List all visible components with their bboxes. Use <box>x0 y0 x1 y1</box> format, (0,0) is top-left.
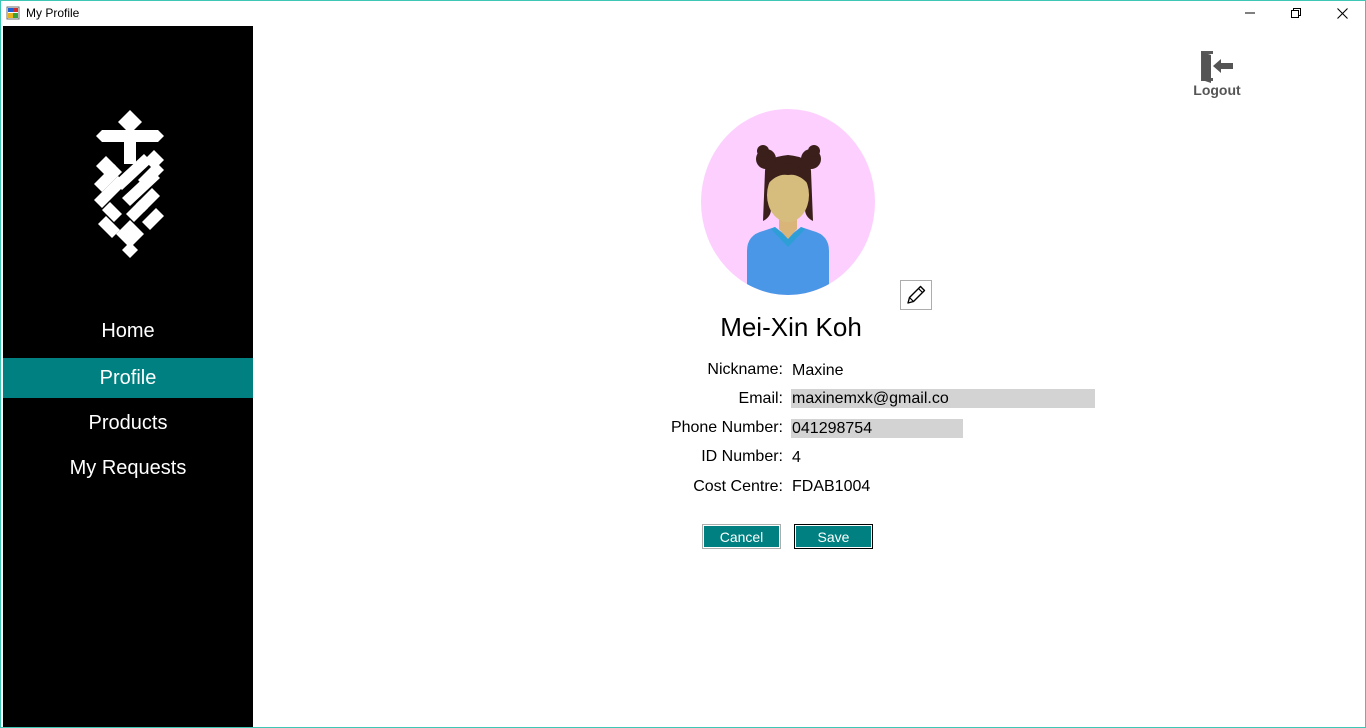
pencil-icon <box>907 285 926 304</box>
id-number-value: 4 <box>792 449 801 466</box>
sidebar-item-home[interactable]: Home <box>3 311 253 351</box>
profile-full-name: Mei-Xin Koh <box>720 312 862 342</box>
close-icon <box>1336 7 1348 19</box>
window-title: My Profile <box>26 6 80 20</box>
id-number-label: ID Number: <box>701 448 783 465</box>
sidebar-item-label: My Requests <box>69 456 187 479</box>
email-field[interactable] <box>791 389 1095 408</box>
sidebar-item-label: Profile <box>99 366 157 389</box>
edit-avatar-button[interactable] <box>900 280 932 310</box>
sidebar-item-label: Products <box>88 411 168 434</box>
app-icon <box>6 6 20 20</box>
cancel-button-label: Cancel <box>719 528 764 545</box>
nickname-value: Maxine <box>792 362 844 379</box>
email-label: Email: <box>738 390 783 407</box>
nickname-label: Nickname: <box>707 361 783 378</box>
title-bar: My Profile <box>1 1 1365 25</box>
minimize-button[interactable] <box>1227 1 1273 25</box>
save-button-label: Save <box>817 528 850 545</box>
minimize-icon <box>1245 12 1255 14</box>
sidebar-item-profile[interactable]: Profile <box>3 358 253 398</box>
save-button[interactable]: Save <box>794 524 873 549</box>
sidebar-item-my-requests[interactable]: My Requests <box>3 448 253 488</box>
logout-door-icon <box>1201 51 1233 83</box>
sidebar-item-label: Home <box>101 319 155 342</box>
logout-label: Logout <box>1193 82 1241 98</box>
sidebar: Home Profile Products My Requests <box>3 26 253 727</box>
restore-icon <box>1291 8 1301 18</box>
cancel-button[interactable]: Cancel <box>702 524 781 549</box>
cost-centre-label: Cost Centre: <box>693 478 783 495</box>
sidebar-item-products[interactable]: Products <box>3 403 253 443</box>
logo-icon <box>94 110 164 258</box>
logout-button[interactable]: Logout <box>1187 49 1247 101</box>
close-button[interactable] <box>1319 1 1365 25</box>
cost-centre-value: FDAB1004 <box>792 478 871 495</box>
app-window: My Profile Home Profile Products My Requ… <box>0 0 1366 728</box>
phone-number-field[interactable] <box>791 419 963 438</box>
restore-button[interactable] <box>1273 1 1319 25</box>
avatar-girl-icon <box>701 109 875 295</box>
phone-number-label: Phone Number: <box>670 419 783 436</box>
